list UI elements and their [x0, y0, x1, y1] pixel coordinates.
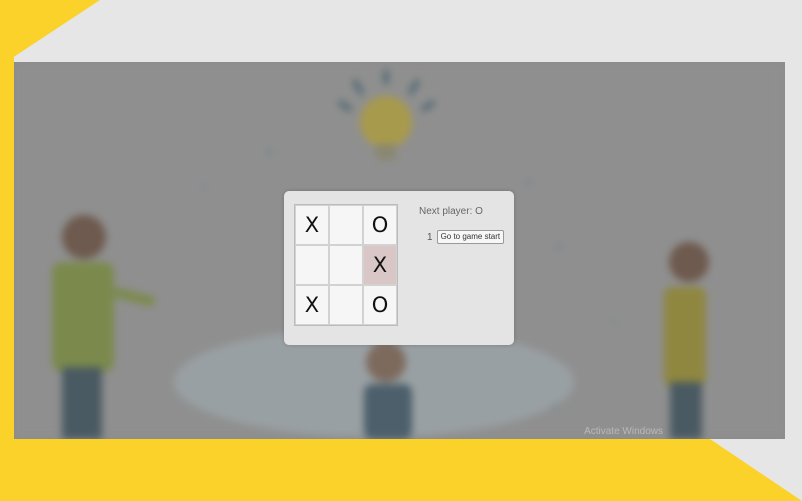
board-cell-6[interactable]: X [295, 285, 329, 325]
watermark-text: Activate Windows [584, 426, 663, 437]
board-cell-3[interactable] [295, 245, 329, 285]
board-cell-8[interactable]: O [363, 285, 397, 325]
game-board: X O X X O [294, 204, 398, 326]
board-cell-0[interactable]: X [295, 205, 329, 245]
board-cell-7[interactable] [329, 285, 363, 325]
board-cell-2[interactable]: O [363, 205, 397, 245]
frame-left-bar [0, 14, 14, 501]
frame-bottom-bar [0, 439, 802, 501]
board-cell-5[interactable]: X [363, 245, 397, 285]
go-to-game-start-button[interactable]: Go to game start [436, 230, 505, 244]
move-number: 1 [427, 231, 433, 243]
game-card: X O X X O Next player: O 1 Go to game st… [284, 191, 514, 345]
frame-corner-top-left [0, 0, 100, 66]
board-cell-4[interactable] [329, 245, 363, 285]
board-cell-1[interactable] [329, 205, 363, 245]
move-list: 1 Go to game start [427, 230, 505, 244]
frame-corner-bottom-right [710, 439, 802, 501]
next-player-status: Next player: O [419, 206, 483, 217]
